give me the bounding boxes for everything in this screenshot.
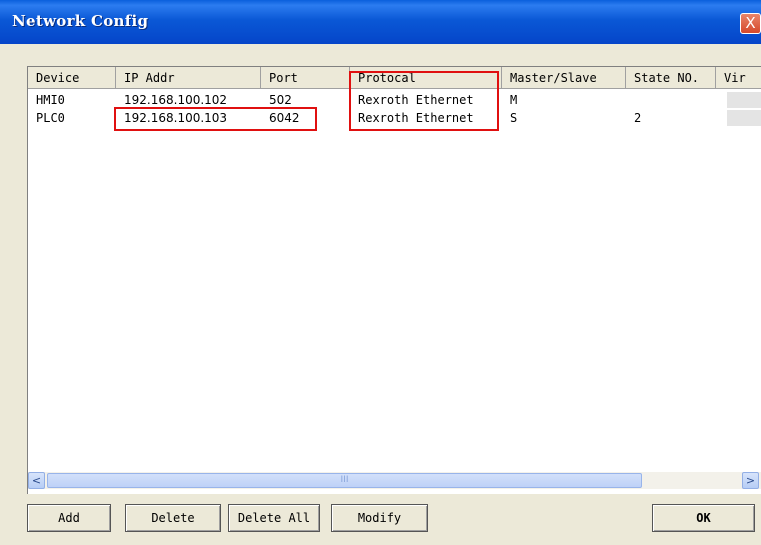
column-header-state-no[interactable]: State NO.: [626, 67, 716, 89]
title-bar: Network Config X: [0, 0, 761, 44]
cell-state-no: 2: [634, 111, 642, 125]
grip-icon: III: [340, 475, 349, 485]
cell-state-no: [626, 92, 634, 108]
delete-all-button[interactable]: Delete All: [228, 504, 320, 532]
modify-button[interactable]: Modify: [331, 504, 428, 532]
cell-vir: [727, 92, 761, 108]
cell-device: HMI0: [36, 93, 65, 107]
cell-device: PLC0: [36, 111, 65, 125]
column-header-vir[interactable]: Vir: [716, 67, 761, 89]
cell-port: 502: [269, 93, 292, 107]
window-title: Network Config: [12, 12, 149, 30]
ok-button[interactable]: OK: [652, 504, 755, 532]
cell-ip-addr: 192.168.100.102: [124, 93, 228, 107]
highlight-ip-port-box: [114, 107, 317, 131]
close-button[interactable]: X: [740, 13, 761, 34]
cell-master-slave: M: [510, 93, 518, 107]
scroll-right-button[interactable]: >: [742, 472, 759, 489]
cell-vir: [727, 110, 761, 126]
close-icon: X: [745, 14, 756, 32]
device-list[interactable]: Device IP Addr Port Protocal Master/Slav…: [27, 66, 761, 494]
column-header-ip-addr[interactable]: IP Addr: [116, 67, 261, 89]
cell-master-slave: S: [510, 111, 518, 125]
add-button[interactable]: Add: [27, 504, 111, 532]
chevron-right-icon: >: [745, 474, 756, 487]
column-header-port[interactable]: Port: [261, 67, 350, 89]
horizontal-scrollbar[interactable]: < III >: [28, 472, 761, 489]
scroll-thumb[interactable]: III: [47, 473, 642, 488]
column-header-device[interactable]: Device: [28, 67, 116, 89]
scroll-left-button[interactable]: <: [28, 472, 45, 489]
highlight-protocal-box: [349, 71, 499, 131]
delete-button[interactable]: Delete: [125, 504, 221, 532]
column-header-master-slave[interactable]: Master/Slave: [502, 67, 626, 89]
chevron-left-icon: <: [31, 474, 42, 487]
